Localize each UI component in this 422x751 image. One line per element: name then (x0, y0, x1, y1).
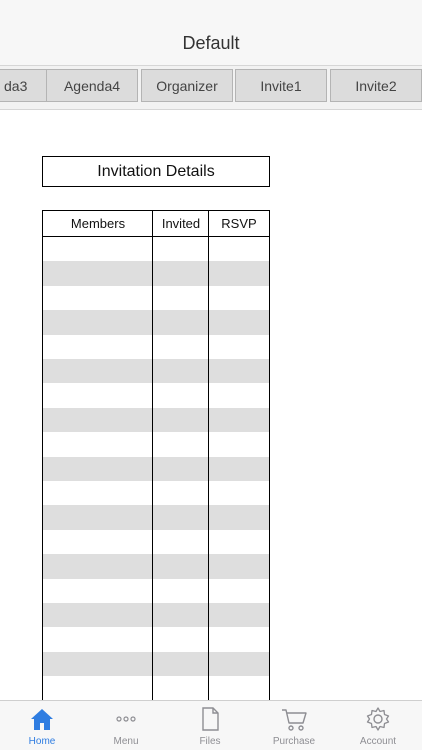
table-row[interactable] (43, 261, 269, 286)
table-row[interactable] (43, 407, 269, 433)
home-icon (31, 709, 53, 730)
tab-agenda4[interactable]: Agenda4 (46, 69, 138, 102)
table-row[interactable] (43, 237, 269, 261)
table-header: Members Invited RSVP (43, 211, 269, 237)
table-row[interactable] (43, 651, 269, 677)
table-row[interactable] (43, 310, 269, 335)
tabbar-item-menu[interactable]: Menu (84, 701, 168, 751)
table-row[interactable] (43, 627, 269, 651)
column-header-rsvp: RSVP (221, 216, 257, 231)
table-row[interactable] (43, 603, 269, 628)
file-icon (202, 707, 219, 731)
tabbar-item-home[interactable]: Home (0, 701, 84, 751)
tabbar-label: Purchase (272, 736, 316, 747)
table-row[interactable] (43, 359, 269, 384)
tab-invite2[interactable]: Invite2 (330, 69, 422, 102)
column-header-members: Members (70, 216, 126, 231)
table-row[interactable] (43, 505, 269, 530)
table-row[interactable] (43, 676, 269, 700)
table-row[interactable] (43, 579, 269, 603)
tab-label: Invite2 (355, 77, 397, 94)
table-row[interactable] (43, 456, 269, 481)
tabbar-label: Home (28, 736, 56, 747)
more-dots-icon (116, 716, 136, 722)
tab-agenda3[interactable]: da3 (0, 69, 47, 102)
table-row[interactable] (43, 554, 269, 579)
table-row[interactable] (43, 530, 269, 554)
table-row[interactable] (43, 481, 269, 505)
members-table: Members Invited RSVP (42, 210, 270, 700)
column-divider (208, 211, 209, 700)
tab-label: da3 (4, 77, 28, 94)
tabbar-label: Account (359, 736, 397, 747)
tab-invite1[interactable]: Invite1 (235, 69, 327, 102)
tabbar-label: Menu (113, 736, 139, 747)
tabbar-item-purchase[interactable]: Purchase (252, 701, 336, 751)
tab-organizer[interactable]: Organizer (141, 69, 233, 102)
table-row[interactable] (43, 432, 269, 456)
column-divider (152, 211, 153, 700)
page-title: Default (182, 33, 240, 53)
tab-strip[interactable]: da3 Agenda4 Organizer Invite1 Invite2 (0, 66, 422, 110)
table-row[interactable] (43, 335, 269, 359)
tab-label: Invite1 (260, 77, 302, 94)
table-row[interactable] (43, 286, 269, 310)
section-title: Invitation Details (42, 156, 270, 187)
gear-icon (366, 707, 390, 731)
table-row[interactable] (43, 383, 269, 407)
tabbar-item-files[interactable]: Files (168, 701, 252, 751)
navigation-bar: Default (0, 0, 422, 66)
tabbar-label: Files (199, 736, 221, 747)
tab-label: Organizer (156, 77, 218, 94)
bottom-tab-bar: Home Menu Files Purchase Account (0, 700, 422, 750)
column-header-invited: Invited (161, 216, 201, 231)
cart-icon (282, 709, 307, 731)
tabbar-item-account[interactable]: Account (336, 701, 420, 751)
tab-label: Agenda4 (63, 77, 121, 94)
